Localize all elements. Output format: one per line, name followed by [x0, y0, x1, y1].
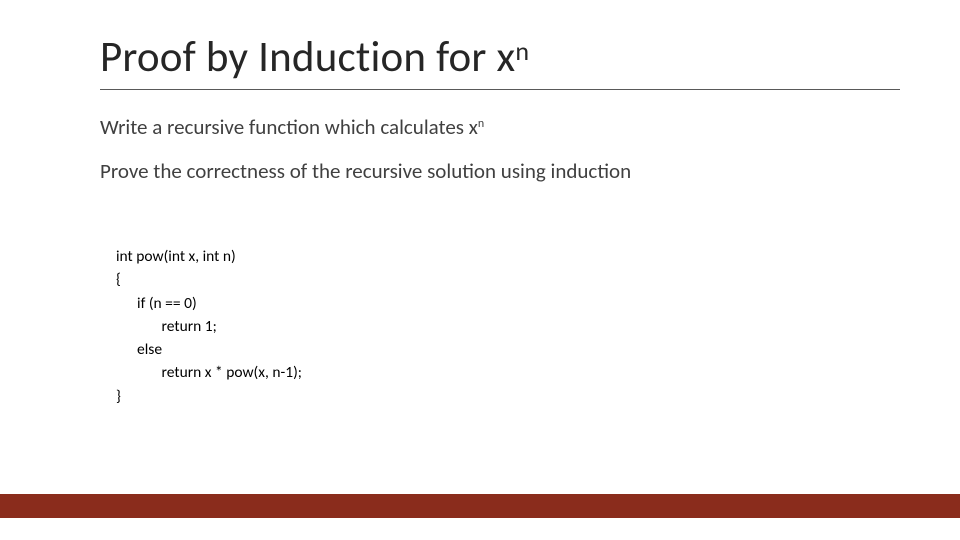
code-line-4: return 1;	[116, 317, 217, 336]
body-line-2: Prove the correctness of the recursive s…	[100, 156, 900, 186]
code-line-5: else	[116, 340, 162, 359]
body-line-1-sup: n	[478, 117, 484, 131]
title-block: Proof by Induction for xn	[100, 30, 900, 90]
body-line-1-text: Write a recursive function which calcula…	[100, 114, 478, 140]
title-text: Proof by Induction for x	[100, 30, 515, 83]
slide-title: Proof by Induction for xn	[100, 30, 900, 90]
code-block: int pow(int x, int n) { if (n == 0) retu…	[116, 245, 302, 408]
slide: Proof by Induction for xn Write a recurs…	[0, 0, 960, 540]
body-line-1: Write a recursive function which calcula…	[100, 112, 900, 142]
code-line-6: return x * pow(x, n-1);	[116, 363, 302, 382]
code-line-1: int pow(int x, int n)	[116, 247, 236, 266]
code-line-2: {	[116, 270, 121, 289]
body-text: Write a recursive function which calcula…	[100, 112, 900, 201]
code-line-7: }	[116, 387, 121, 406]
code-line-3: if (n == 0)	[116, 294, 197, 313]
accent-bar	[0, 494, 960, 518]
title-sup: n	[515, 35, 529, 67]
